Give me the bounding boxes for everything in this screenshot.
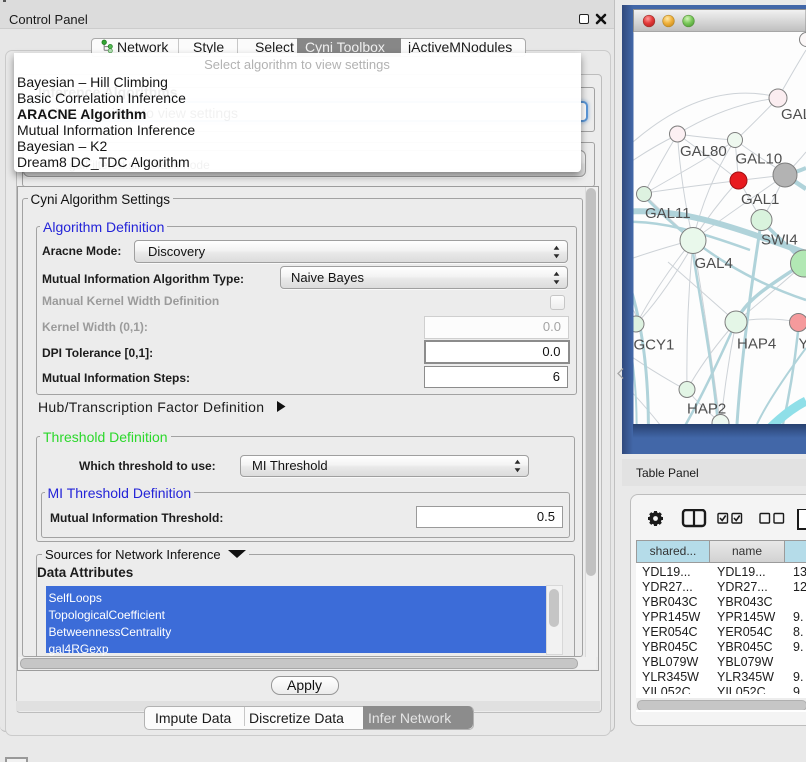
svg-text:GAL7: GAL7 [781, 106, 806, 123]
svg-text:Y: Y [799, 336, 806, 353]
svg-text:GAL80: GAL80 [680, 143, 727, 160]
svg-text:GAL10: GAL10 [736, 151, 783, 168]
svg-text:GAL1: GAL1 [741, 191, 779, 208]
svg-text:HAP4: HAP4 [737, 336, 776, 353]
svg-text:GCY1: GCY1 [634, 337, 675, 354]
svg-text:HAP2: HAP2 [687, 401, 726, 418]
svg-text:GAL11: GAL11 [645, 205, 691, 222]
svg-text:GAL4: GAL4 [695, 255, 733, 272]
svg-text:SWI4: SWI4 [761, 232, 798, 249]
